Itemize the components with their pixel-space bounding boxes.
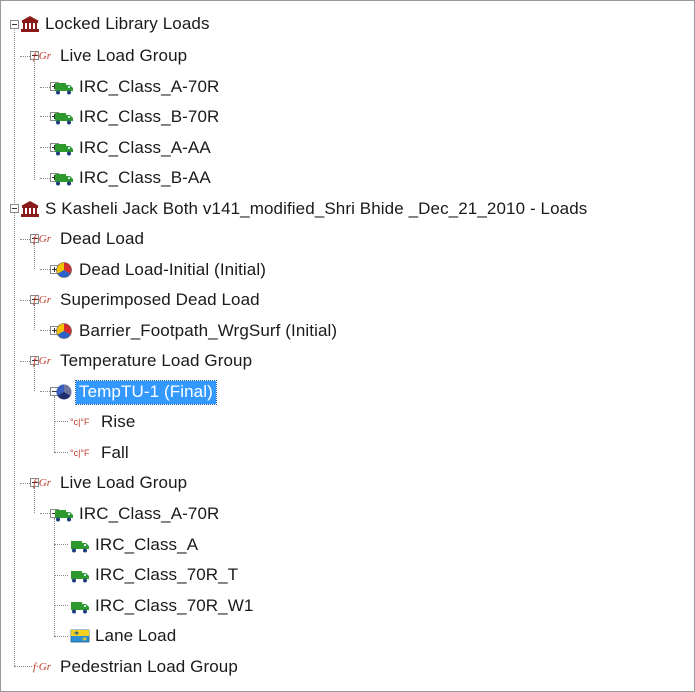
load-case-icon: [56, 384, 72, 400]
tree-node-vehicle[interactable]: IRC_Class_B-70R: [54, 103, 222, 131]
load-tree: Locked Library Loads f·Gr Live Load Grou…: [0, 0, 693, 690]
tree-node-vehicle[interactable]: IRC_Class_A: [70, 531, 201, 559]
truck-icon: [71, 571, 89, 583]
load-case-icon: [56, 262, 72, 278]
node-label: S Kasheli Jack Both v141_modified_Shri B…: [45, 198, 588, 218]
truck-icon: [55, 144, 73, 156]
truck-icon: [55, 510, 73, 522]
node-label: IRC_Class_A: [95, 534, 199, 554]
tree-line: [54, 575, 68, 576]
truck-icon: [55, 113, 73, 125]
tree-line: [54, 636, 68, 637]
tree-node-vehicle[interactable]: IRC_Class_B-AA: [54, 164, 214, 192]
tree-node-temperature-load-group[interactable]: f·Gr Temperature Load Group: [33, 347, 255, 375]
node-label: IRC_Class_A-AA: [79, 137, 211, 157]
tree-node-pedestrian-load-group[interactable]: f·Gr Pedestrian Load Group: [33, 653, 241, 681]
tree-node-lane-load[interactable]: Lane Load: [70, 622, 179, 650]
node-label: Temperature Load Group: [60, 350, 253, 370]
node-label: Pedestrian Load Group: [60, 656, 238, 676]
node-label: IRC_Class_A-70R: [79, 76, 220, 96]
tree-node-project-loads[interactable]: S Kasheli Jack Both v141_modified_Shri B…: [20, 195, 590, 223]
tree-line: [54, 605, 68, 606]
node-label: IRC_Class_A-70R: [79, 503, 220, 523]
tree-node-locked-library[interactable]: Locked Library Loads: [20, 10, 213, 38]
node-label: IRC_Class_70R_W1: [95, 595, 254, 615]
node-label: TempTU-1 (Final): [75, 379, 217, 405]
collapse-toggle[interactable]: [10, 204, 19, 213]
tree-node-load-case[interactable]: Dead Load-Initial (Initial): [54, 256, 269, 284]
library-building-icon: [21, 201, 39, 217]
thermometer-icon: °c|°F: [70, 448, 90, 458]
tree-line: [14, 27, 15, 211]
tree-line: [34, 61, 35, 180]
load-group-icon: f·Gr: [33, 355, 52, 367]
load-group-icon: f·Gr: [33, 477, 52, 489]
load-case-icon: [56, 323, 72, 339]
lane-load-icon: [70, 629, 90, 643]
tree-line: [14, 666, 32, 667]
node-label: Dead Load: [60, 228, 145, 248]
truck-icon: [55, 83, 73, 95]
node-label: Dead Load-Initial (Initial): [79, 259, 266, 279]
tree-node-live-load-group[interactable]: f·Gr Live Load Group: [33, 469, 190, 497]
node-label: Lane Load: [95, 625, 177, 645]
tree-node-temperature-rise[interactable]: °c|°F Rise: [70, 408, 138, 436]
tree-line: [54, 452, 68, 453]
truck-icon: [55, 174, 73, 186]
node-label: Live Load Group: [60, 45, 188, 65]
tree-node-temperature-fall[interactable]: °c|°F Fall: [70, 439, 132, 467]
node-label: Fall: [101, 442, 129, 462]
tree-node-superimposed-dead-load[interactable]: f·Gr Superimposed Dead Load: [33, 286, 263, 314]
node-label: IRC_Class_B-70R: [79, 106, 220, 126]
tree-node-vehicle[interactable]: IRC_Class_70R_W1: [70, 592, 256, 620]
tree-node-vehicle[interactable]: IRC_Class_A-70R: [54, 500, 222, 528]
load-group-icon: f·Gr: [33, 233, 52, 245]
load-group-icon: f·Gr: [33, 50, 52, 62]
tree-node-vehicle[interactable]: IRC_Class_70R_T: [70, 561, 241, 589]
truck-icon: [71, 602, 89, 614]
load-group-icon: f·Gr: [33, 294, 52, 306]
tree-line: [54, 421, 68, 422]
library-building-icon: [21, 16, 39, 32]
tree-node-dead-load[interactable]: f·Gr Dead Load: [33, 225, 147, 253]
tree-node-temperature-case-selected[interactable]: TempTU-1 (Final): [54, 378, 217, 406]
node-label: Barrier_Footpath_WrgSurf (Initial): [79, 320, 338, 340]
node-label: Live Load Group: [60, 472, 188, 492]
node-label: IRC_Class_B-AA: [79, 167, 211, 187]
collapse-toggle[interactable]: [10, 20, 19, 29]
truck-icon: [71, 541, 89, 553]
node-label: Locked Library Loads: [45, 13, 210, 33]
tree-node-vehicle[interactable]: IRC_Class_A-70R: [54, 73, 222, 101]
node-label: Rise: [101, 411, 136, 431]
tree-node-vehicle[interactable]: IRC_Class_A-AA: [54, 134, 214, 162]
load-group-icon: f·Gr: [33, 661, 52, 673]
node-label: IRC_Class_70R_T: [95, 564, 239, 584]
tree-line: [54, 518, 55, 636]
tree-node-load-case[interactable]: Barrier_Footpath_WrgSurf (Initial): [54, 317, 340, 345]
thermometer-icon: °c|°F: [70, 417, 90, 427]
tree-line: [14, 211, 15, 666]
node-label: Superimposed Dead Load: [60, 289, 260, 309]
tree-line: [54, 544, 68, 545]
tree-node-live-load-group[interactable]: f·Gr Live Load Group: [33, 42, 190, 70]
